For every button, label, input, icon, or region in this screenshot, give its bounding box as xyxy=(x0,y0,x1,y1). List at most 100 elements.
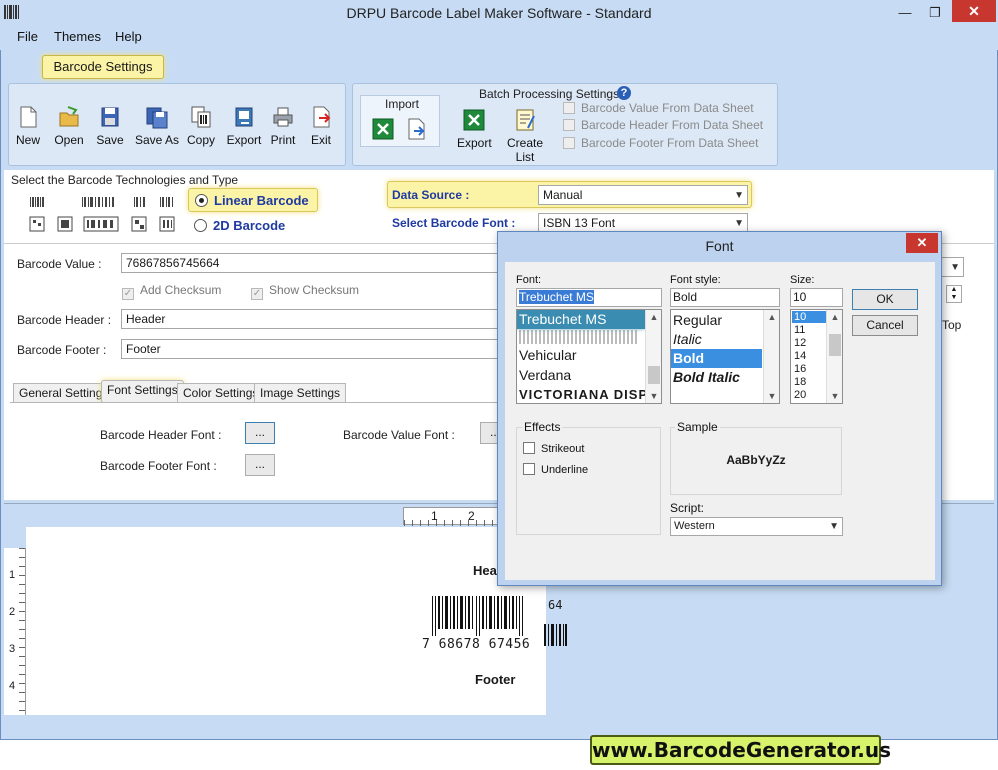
create-list-button[interactable]: Create List xyxy=(498,108,552,164)
footer-font-button[interactable]: ... xyxy=(245,454,275,476)
linear-barcode-option[interactable]: Linear Barcode xyxy=(188,188,318,212)
ribbon-tab-barcode-settings[interactable]: Barcode Settings xyxy=(42,55,164,79)
list-item[interactable]: 11 xyxy=(794,324,805,336)
linear-radio[interactable] xyxy=(195,194,208,207)
list-item[interactable]: Bold xyxy=(671,349,762,368)
font-dialog-title: Font xyxy=(498,232,941,262)
script-select[interactable]: Western ▼ xyxy=(670,517,843,536)
data-source-select[interactable]: Manual ▼ xyxy=(538,185,748,205)
list-item[interactable]: Trebuchet MS xyxy=(517,310,645,329)
export-icon xyxy=(235,107,253,127)
list-item[interactable]: Regular xyxy=(671,311,722,330)
print-button[interactable]: Print xyxy=(268,105,298,147)
list-item[interactable] xyxy=(519,330,639,344)
exit-label: Exit xyxy=(310,133,331,147)
list-item[interactable]: 14 xyxy=(794,350,806,362)
open-button[interactable]: Open xyxy=(52,105,86,147)
font-dialog-body: Font: Trebuchet MS Trebuchet MS Vehicula… xyxy=(505,262,935,580)
list-item[interactable]: VICTORIANA DISP xyxy=(517,385,648,403)
top-label: Top xyxy=(942,318,962,332)
underline-checkbox[interactable]: Underline xyxy=(523,463,588,476)
barcode-value-label: Barcode Value : xyxy=(17,257,102,271)
vertical-ruler: 1 2 3 4 xyxy=(4,548,26,715)
restore-icon[interactable]: ❐ xyxy=(920,3,950,23)
close-icon[interactable]: ✕ xyxy=(906,233,938,253)
show-checksum-checkbox[interactable]: ✓ Show Checksum xyxy=(251,283,359,300)
tab-image-settings[interactable]: Image Settings xyxy=(254,383,347,403)
tab-font-settings[interactable]: Font Settings xyxy=(101,380,184,403)
barcode-footer-input[interactable]: Footer xyxy=(121,339,501,359)
size-list-scrollbar[interactable]: ▲ ▼ xyxy=(826,310,842,403)
font-style-input[interactable]: Bold xyxy=(670,288,780,307)
cancel-button[interactable]: Cancel xyxy=(852,315,918,336)
strikeout-checkbox[interactable]: Strikeout xyxy=(523,442,584,455)
exit-button[interactable]: Exit xyxy=(306,105,336,147)
list-item[interactable]: 10 xyxy=(792,311,826,323)
addon-digits: 64 xyxy=(548,598,563,612)
twod-barcode-option[interactable]: 2D Barcode xyxy=(194,217,304,235)
barcode-font-select[interactable]: ISBN 13 Font ▼ xyxy=(538,213,748,233)
menu-help[interactable]: Help xyxy=(115,29,142,44)
size-label: Size: xyxy=(790,274,815,286)
size-input[interactable]: 10 xyxy=(790,288,843,307)
import-excel-icon[interactable] xyxy=(372,118,394,140)
right-select[interactable]: ▼ xyxy=(940,257,964,277)
list-item[interactable]: Verdana xyxy=(517,366,571,385)
header-font-button[interactable]: ... xyxy=(245,422,275,444)
add-checksum-checkbox[interactable]: ✓ Add Checksum xyxy=(122,283,221,300)
list-item[interactable]: 12 xyxy=(794,337,806,349)
save-icon xyxy=(101,107,119,127)
linear-barcode-label: Linear Barcode xyxy=(214,193,309,208)
help-icon[interactable]: ? xyxy=(617,86,631,100)
list-item[interactable]: Vehicular xyxy=(517,346,577,365)
script-value: Western xyxy=(674,520,715,532)
font-list[interactable]: Trebuchet MS Vehicular Verdana VICTORIAN… xyxy=(516,309,662,404)
save-as-label: Save As xyxy=(134,133,180,147)
header-from-sheet-checkbox[interactable]: Barcode Header From Data Sheet xyxy=(563,118,763,132)
tab-color-settings[interactable]: Color Settings xyxy=(177,383,265,403)
list-item[interactable]: Bold Italic xyxy=(671,368,740,387)
footer-from-sheet-checkbox[interactable]: Barcode Footer From Data Sheet xyxy=(563,136,758,150)
copy-button[interactable]: Copy xyxy=(185,105,217,147)
close-icon[interactable]: ✕ xyxy=(952,0,996,22)
window-title: DRPU Barcode Label Maker Software - Stan… xyxy=(346,5,652,21)
right-spinner[interactable]: ▲ ▼ xyxy=(946,285,962,303)
minimize-icon[interactable]: — xyxy=(890,3,920,23)
save-button[interactable]: Save xyxy=(94,105,126,147)
font-style-list[interactable]: Regular Italic Bold Bold Italic ▲ ▼ xyxy=(670,309,780,404)
barcode-value-input[interactable]: 76867856745664 xyxy=(121,253,501,273)
new-button[interactable]: New xyxy=(13,105,43,147)
font-dialog: Font ✕ Font: Trebuchet MS Trebuchet MS V… xyxy=(497,231,942,586)
barcode-image xyxy=(432,596,527,636)
batch-export-button[interactable]: Export xyxy=(457,108,492,150)
value-from-sheet-checkbox[interactable]: Barcode Value From Data Sheet xyxy=(563,101,754,115)
list-item[interactable]: 20 xyxy=(794,389,806,401)
barcode-header-input[interactable]: Header xyxy=(121,309,501,329)
menu-themes[interactable]: Themes xyxy=(54,29,101,44)
list-item[interactable]: 16 xyxy=(794,363,806,375)
barcode-footer-text: Footer xyxy=(475,672,516,687)
ok-button[interactable]: OK xyxy=(852,289,918,310)
sample-label: Sample xyxy=(675,420,720,434)
font-name-input[interactable]: Trebuchet MS xyxy=(516,288,662,307)
list-item[interactable]: 18 xyxy=(794,376,806,388)
size-list[interactable]: 10 11 12 14 16 18 20 ▲ ▼ xyxy=(790,309,843,404)
menu-file[interactable]: File xyxy=(17,29,38,44)
header-font-label: Barcode Header Font : xyxy=(100,428,222,442)
effects-label: Effects xyxy=(522,420,563,434)
font-list-scrollbar[interactable]: ▲ ▼ xyxy=(645,310,661,403)
print-label: Print xyxy=(270,133,296,147)
save-as-icon xyxy=(146,107,168,129)
list-item[interactable]: Italic xyxy=(671,330,702,349)
import-file-icon[interactable] xyxy=(406,117,428,141)
save-label: Save xyxy=(96,133,124,147)
style-list-scrollbar[interactable]: ▲ ▼ xyxy=(763,310,779,403)
tab-general-settings[interactable]: General Settings xyxy=(13,383,115,403)
excel-export-icon xyxy=(463,109,485,131)
export-button[interactable]: Export xyxy=(226,105,262,147)
twod-radio[interactable] xyxy=(194,219,207,232)
chevron-down-icon: ▼ xyxy=(950,262,960,273)
save-as-button[interactable]: Save As xyxy=(134,105,180,147)
horizontal-ruler: 1 2 xyxy=(403,507,499,526)
brand-banner: www.BarcodeGenerator.us xyxy=(590,735,891,765)
